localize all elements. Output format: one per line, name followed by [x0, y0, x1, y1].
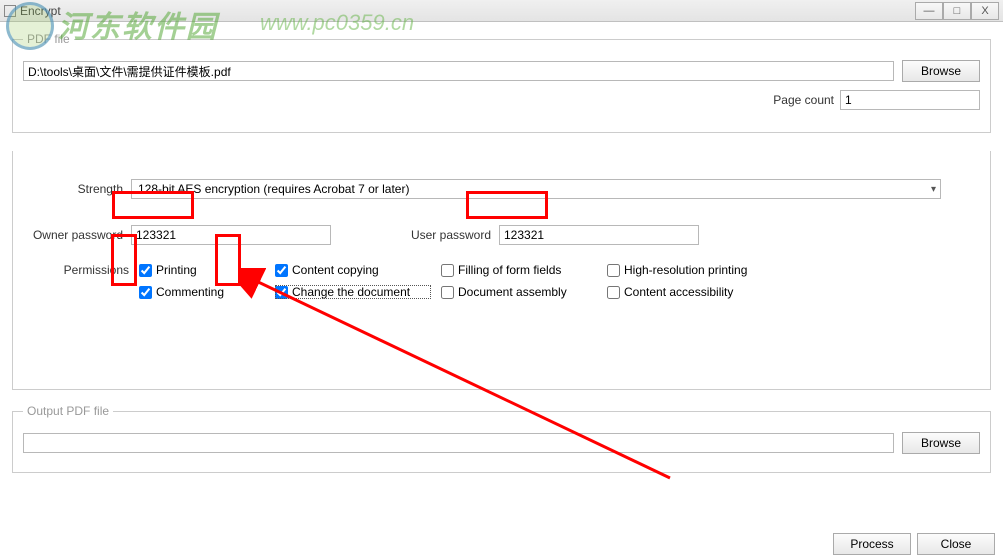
permissions-grid: Permissions Printing Content copying Fil…	[23, 263, 980, 299]
user-password-input[interactable]	[499, 225, 699, 245]
maximize-button[interactable]: □	[943, 2, 971, 20]
page-count-label: Page count	[773, 93, 834, 107]
page-count-input[interactable]	[840, 90, 980, 110]
strength-select[interactable]: 128-bit AES encryption (requires Acrobat…	[131, 179, 941, 199]
chevron-down-icon: ▾	[931, 184, 936, 195]
close-window-button[interactable]: X	[971, 2, 999, 20]
browse-pdf-button[interactable]: Browse	[902, 60, 980, 82]
commenting-checkbox[interactable]: Commenting	[139, 285, 265, 299]
browse-output-button[interactable]: Browse	[902, 432, 980, 454]
process-button[interactable]: Process	[833, 533, 911, 555]
permissions-label: Permissions	[23, 263, 133, 277]
highres-checkbox[interactable]: High-resolution printing	[607, 263, 783, 277]
content-copying-checkbox[interactable]: Content copying	[275, 263, 431, 277]
change-document-checkbox[interactable]: Change the document	[275, 285, 431, 299]
pdf-file-group: PDF file Browse Page count	[12, 32, 991, 133]
strength-label: Strength	[23, 182, 123, 196]
strength-value: 128-bit AES encryption (requires Acrobat…	[138, 182, 409, 196]
title-bar: Encrypt — □ X	[0, 0, 1003, 22]
output-group: Output PDF file Browse	[12, 404, 991, 473]
close-button[interactable]: Close	[917, 533, 995, 555]
user-password-label: User password	[331, 228, 491, 242]
window-title: Encrypt	[20, 4, 915, 18]
encryption-group: Strength 128-bit AES encryption (require…	[12, 151, 991, 390]
output-legend: Output PDF file	[23, 404, 113, 418]
app-icon	[4, 5, 16, 17]
minimize-button[interactable]: —	[915, 2, 943, 20]
window-controls: — □ X	[915, 2, 999, 20]
owner-password-label: Owner password	[23, 228, 123, 242]
bottom-button-bar: Process Close	[833, 533, 995, 555]
assembly-checkbox[interactable]: Document assembly	[441, 285, 597, 299]
accessibility-checkbox[interactable]: Content accessibility	[607, 285, 783, 299]
pdf-path-input[interactable]	[23, 61, 894, 81]
output-path-input[interactable]	[23, 433, 894, 453]
printing-checkbox[interactable]: Printing	[139, 263, 265, 277]
owner-password-input[interactable]	[131, 225, 331, 245]
filling-checkbox[interactable]: Filling of form fields	[441, 263, 597, 277]
pdf-file-legend: PDF file	[23, 32, 74, 46]
